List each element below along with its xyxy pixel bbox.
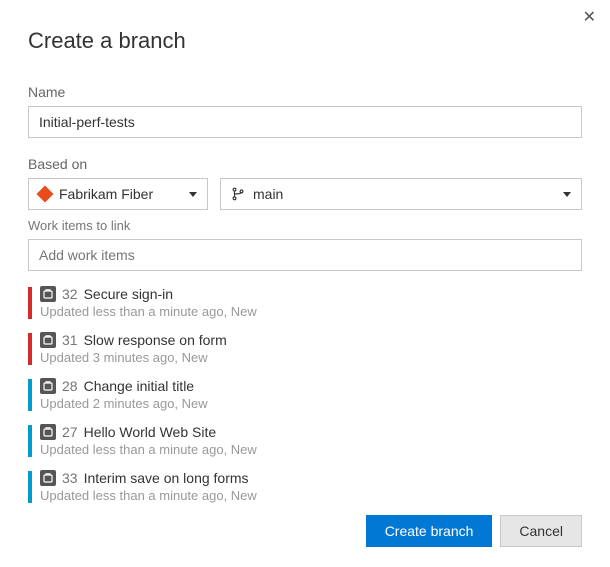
work-item-icon bbox=[40, 286, 56, 302]
work-item-title: Change initial title bbox=[84, 377, 195, 395]
base-branch-dropdown[interactable]: main bbox=[220, 178, 582, 210]
repo-dropdown-label: Fabrikam Fiber bbox=[59, 186, 189, 202]
work-item-subtitle: Updated 2 minutes ago, New bbox=[40, 396, 582, 411]
work-item-subtitle: Updated less than a minute ago, New bbox=[40, 442, 582, 457]
work-item[interactable]: 31 Slow response on form Updated 3 minut… bbox=[28, 327, 582, 373]
work-item-type-color bbox=[28, 333, 32, 365]
work-item[interactable]: 33 Interim save on long forms Updated le… bbox=[28, 465, 582, 511]
work-item-type-color bbox=[28, 379, 32, 411]
work-item[interactable]: 27 Hello World Web Site Updated less tha… bbox=[28, 419, 582, 465]
work-item-icon bbox=[40, 470, 56, 486]
repo-dropdown[interactable]: Fabrikam Fiber bbox=[28, 178, 208, 210]
work-item-icon bbox=[40, 378, 56, 394]
work-item-icon bbox=[40, 424, 56, 440]
work-item-id: 27 bbox=[62, 423, 78, 441]
work-item-id: 28 bbox=[62, 377, 78, 395]
work-item-subtitle: Updated less than a minute ago, New bbox=[40, 488, 582, 503]
work-item-title: Secure sign-in bbox=[84, 285, 174, 303]
branch-icon bbox=[231, 187, 245, 201]
work-items-input[interactable] bbox=[28, 239, 582, 271]
work-item-subtitle: Updated less than a minute ago, New bbox=[40, 304, 582, 319]
create-branch-button[interactable]: Create branch bbox=[366, 515, 493, 547]
branch-name-input[interactable] bbox=[28, 106, 582, 138]
cancel-button[interactable]: Cancel bbox=[500, 515, 582, 547]
work-item-id: 32 bbox=[62, 285, 78, 303]
chevron-down-icon bbox=[189, 192, 197, 197]
work-item[interactable]: 28 Change initial title Updated 2 minute… bbox=[28, 373, 582, 419]
work-item-id: 33 bbox=[62, 469, 78, 487]
work-items-label: Work items to link bbox=[28, 218, 582, 233]
repo-icon bbox=[37, 186, 54, 203]
close-icon[interactable]: ✕ bbox=[583, 10, 596, 26]
work-item-title: Slow response on form bbox=[84, 331, 227, 349]
work-item-type-color bbox=[28, 425, 32, 457]
chevron-down-icon bbox=[563, 192, 571, 197]
name-label: Name bbox=[28, 84, 582, 100]
work-item-type-color bbox=[28, 471, 32, 503]
work-item-type-color bbox=[28, 287, 32, 319]
based-on-label: Based on bbox=[28, 156, 582, 172]
dialog-title: Create a branch bbox=[28, 28, 582, 54]
work-item[interactable]: 32 Secure sign-in Updated less than a mi… bbox=[28, 281, 582, 327]
work-item-id: 31 bbox=[62, 331, 78, 349]
work-item-subtitle: Updated 3 minutes ago, New bbox=[40, 350, 582, 365]
work-item-title: Interim save on long forms bbox=[84, 469, 249, 487]
base-branch-label: main bbox=[253, 186, 563, 202]
work-item-icon bbox=[40, 332, 56, 348]
work-item-title: Hello World Web Site bbox=[84, 423, 217, 441]
